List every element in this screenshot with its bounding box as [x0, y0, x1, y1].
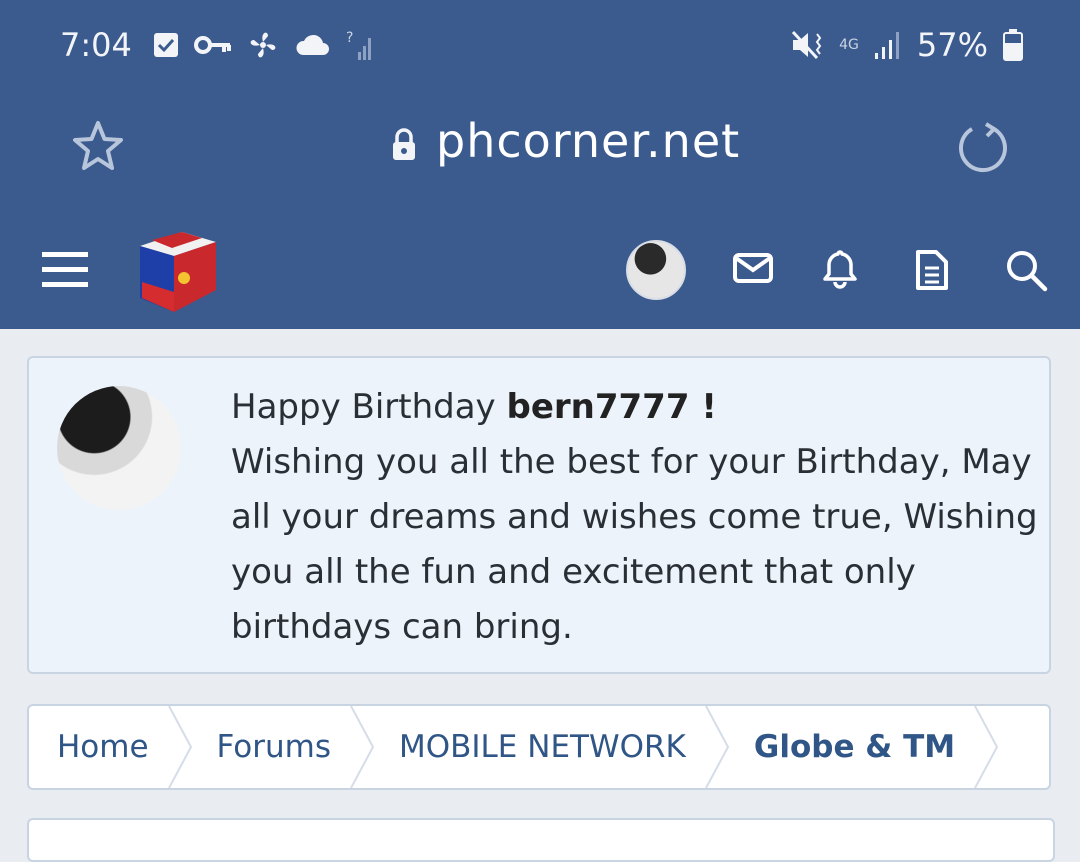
checkbox-notification-icon [154, 33, 178, 57]
breadcrumb: Home Forums MOBILE NETWORK Globe & TM [27, 704, 1051, 790]
fan-icon [250, 32, 276, 58]
breadcrumb-forums[interactable]: Forums [189, 706, 375, 788]
birthday-greeting: Happy Birthday [231, 387, 507, 427]
birthday-user-avatar[interactable] [57, 386, 181, 510]
breadcrumb-mobile-network[interactable]: MOBILE NETWORK [371, 706, 730, 788]
url-text[interactable]: phcorner.net [436, 114, 740, 168]
key-icon [194, 36, 231, 54]
birthday-exclaim: ! [689, 387, 717, 427]
birthday-text: Happy Birthday bern7777 ! Wishing you al… [231, 380, 1041, 655]
breadcrumb-home[interactable]: Home [29, 706, 192, 788]
network-type: 4G [839, 37, 859, 53]
hamburger-menu-icon[interactable] [40, 248, 90, 292]
status-bar: 7:04 ? 4G 57% [0, 22, 1080, 70]
lock-icon [393, 128, 415, 160]
next-content-block [27, 818, 1055, 862]
breadcrumb-label[interactable]: MOBILE NETWORK [399, 729, 686, 765]
birthday-message: Wishing you all the best for your Birthd… [231, 442, 1038, 647]
birthday-notice: Happy Birthday bern7777 ! Wishing you al… [27, 356, 1051, 674]
site-nav-bar [0, 226, 1080, 316]
status-time: 7:04 [60, 26, 132, 64]
battery-percent: 57% [916, 26, 988, 64]
signal-icon [874, 32, 899, 59]
status-icons-left: ? [152, 28, 376, 62]
mail-icon[interactable] [732, 248, 774, 288]
star-icon[interactable] [70, 118, 126, 174]
breadcrumb-label[interactable]: Forums [217, 729, 331, 765]
search-icon[interactable] [1004, 248, 1048, 292]
birthday-username[interactable]: bern7777 [506, 387, 689, 427]
chevron-separator-icon [974, 706, 999, 788]
status-icons-right: 4G 57% [789, 26, 1024, 64]
user-avatar[interactable] [626, 240, 686, 300]
site-logo[interactable] [132, 228, 220, 316]
browser-url-bar: phcorner.net [0, 108, 1080, 192]
reload-icon[interactable] [952, 120, 1010, 178]
no-signal-icon: ? [346, 30, 371, 60]
app-header: 7:04 ? 4G 57% phcorner.net [0, 0, 1080, 329]
document-icon[interactable] [914, 248, 950, 292]
breadcrumb-label[interactable]: Globe & TM [754, 729, 955, 765]
breadcrumb-label[interactable]: Home [57, 729, 149, 765]
bell-icon[interactable] [820, 248, 860, 290]
svg-text:?: ? [346, 30, 353, 46]
main-content: Happy Birthday bern7777 ! Wishing you al… [27, 356, 1055, 790]
cloud-icon [296, 34, 329, 55]
battery-icon [1003, 29, 1023, 61]
mute-vibrate-icon [792, 30, 822, 60]
breadcrumb-globe-tm[interactable]: Globe & TM [726, 706, 999, 788]
